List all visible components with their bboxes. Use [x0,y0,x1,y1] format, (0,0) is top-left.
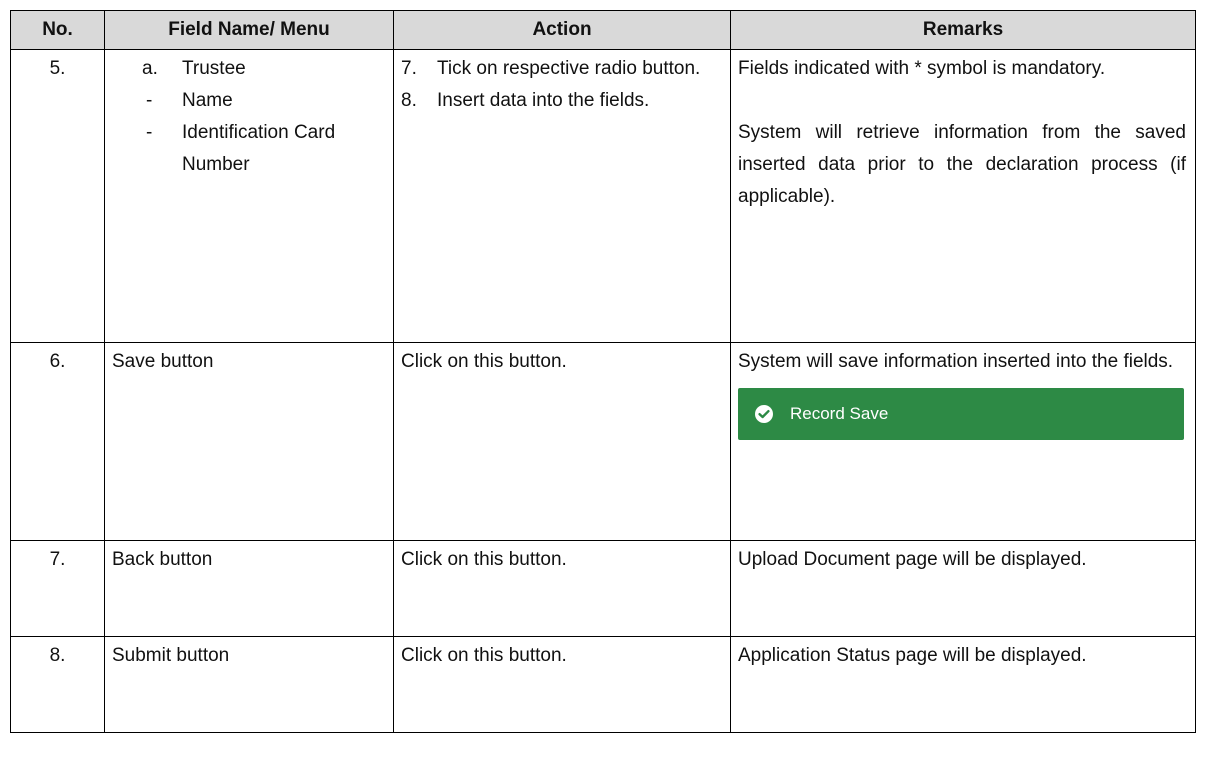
row-number: 5. [10,49,105,343]
list-marker: 7. [401,58,417,79]
remarks-cell: Upload Document page will be displayed. [730,540,1196,637]
row-number: 8. [10,636,105,733]
table-row: 8. Submit button Click on this button. A… [10,636,1196,733]
dash-marker: - [146,122,153,143]
action-cell: Click on this button. [393,342,731,541]
header-action: Action [393,10,731,50]
row-number: 7. [10,540,105,637]
list-item-text: Name [182,90,233,111]
action-cell: Click on this button. [393,540,731,637]
field-group-label: Trustee [182,58,246,79]
remark-text: Upload Document page will be displayed. [738,549,1087,570]
field-cell: Back button [104,540,394,637]
list-item: - Identification Card Number [142,117,386,181]
field-cell: a. Trustee - Name - Identification Card … [104,49,394,343]
action-list: 7. Tick on respective radio button. 8. I… [401,53,723,117]
field-cell: Save button [104,342,394,541]
list-item-text: Insert data into the fields. [437,90,650,111]
list-marker: a. [142,58,158,79]
list-item: - Name [142,85,386,117]
list-item: 7. Tick on respective radio button. [401,53,723,85]
action-cell: Click on this button. [393,636,731,733]
header-field-name: Field Name/ Menu [104,10,394,50]
header-no: No. [10,10,105,50]
remarks-cell: System will save information inserted in… [730,342,1196,541]
remark-text: Application Status page will be displaye… [738,645,1087,666]
action-cell: 7. Tick on respective radio button. 8. I… [393,49,731,343]
instruction-table: No. Field Name/ Menu Action Remarks 5. a… [10,10,1196,733]
list-marker: 8. [401,90,417,111]
remark-text: System will save information inserted in… [738,351,1174,372]
check-circle-icon [754,404,774,424]
list-item-text: Identification Card Number [182,122,336,175]
field-group: a. Trustee [142,53,386,85]
field-cell: Submit button [104,636,394,733]
remark-text: Fields indicated with * symbol is mandat… [738,58,1106,79]
remarks-cell: Fields indicated with * symbol is mandat… [730,49,1196,343]
record-save-toast: Record Save [738,388,1184,440]
dash-marker: - [146,90,153,111]
table-row: 6. Save button Click on this button. Sys… [10,342,1196,541]
header-remarks: Remarks [730,10,1196,50]
list-item: 8. Insert data into the fields. [401,85,723,117]
remarks-cell: Application Status page will be displaye… [730,636,1196,733]
row-number: 6. [10,342,105,541]
list-item-text: Tick on respective radio button. [437,58,701,79]
remark-text: System will retrieve information from th… [738,122,1186,207]
table-row: 7. Back button Click on this button. Upl… [10,540,1196,637]
header-row: No. Field Name/ Menu Action Remarks [10,10,1196,50]
table-row: 5. a. Trustee - Name - Identification Ca… [10,49,1196,343]
field-sublist: - Name - Identification Card Number [142,85,386,181]
toast-label: Record Save [790,404,889,423]
